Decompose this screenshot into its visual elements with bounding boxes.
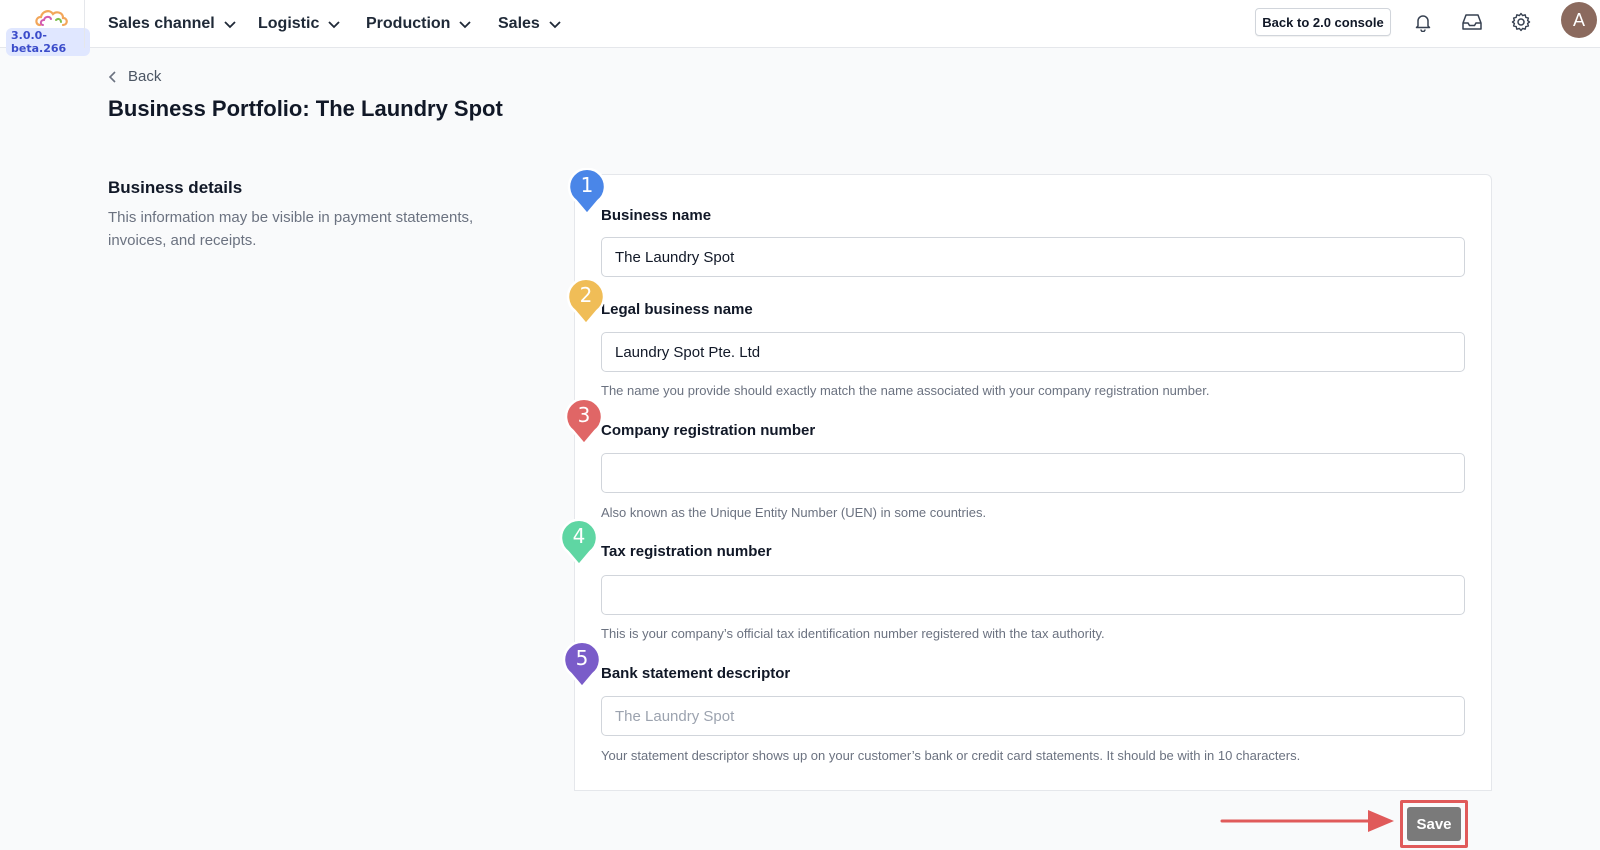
step-marker-1: 1 <box>567 168 607 216</box>
inbox-icon[interactable] <box>1460 10 1484 34</box>
step-marker-5: 5 <box>562 641 602 689</box>
tax-registration-number-help: This is your company’s official tax iden… <box>601 626 1105 641</box>
nav-production[interactable]: Production <box>366 12 472 36</box>
top-navigation-bar: 3.0.0-beta.266 Sales channel Logistic Pr… <box>0 0 1600 56</box>
marker-number: 1 <box>580 173 594 197</box>
legal-business-name-label: Legal business name <box>601 301 753 318</box>
app-logo[interactable]: 3.0.0-beta.266 <box>4 4 90 56</box>
back-label: Back <box>128 68 162 85</box>
step-marker-4: 4 <box>559 519 599 567</box>
nav-sales-channel[interactable]: Sales channel <box>108 12 237 36</box>
nav-logistic[interactable]: Logistic <box>258 12 341 36</box>
step-marker-2: 2 <box>566 278 606 326</box>
step-marker-3: 3 <box>564 398 604 446</box>
page-title: Business Portfolio: The Laundry Spot <box>108 96 503 121</box>
tax-registration-number-label: Tax registration number <box>601 543 772 560</box>
marker-number: 5 <box>575 646 589 670</box>
cloud-logo-icon <box>35 10 68 27</box>
chevron-down-icon <box>328 21 340 29</box>
gear-icon[interactable] <box>1509 10 1533 34</box>
tax-registration-number-input[interactable] <box>601 575 1465 615</box>
back-link[interactable]: Back <box>108 68 161 85</box>
avatar[interactable]: A <box>1561 2 1597 38</box>
chevron-left-icon <box>108 70 116 83</box>
chevron-down-icon <box>549 21 561 29</box>
version-badge: 3.0.0-beta.266 <box>6 28 90 56</box>
legal-business-name-help: The name you provide should exactly matc… <box>601 383 1210 398</box>
company-registration-number-input[interactable] <box>601 453 1465 493</box>
business-name-input[interactable] <box>601 237 1465 277</box>
section-title: Business details <box>108 178 243 197</box>
save-button[interactable]: Save <box>1407 807 1461 841</box>
bell-icon[interactable] <box>1411 10 1435 34</box>
bank-statement-descriptor-help: Your statement descriptor shows up on yo… <box>601 748 1301 763</box>
marker-number: 4 <box>572 524 586 548</box>
company-registration-number-label: Company registration number <box>601 422 816 439</box>
company-registration-number-help: Also known as the Unique Entity Number (… <box>601 505 987 520</box>
legal-business-name-input[interactable] <box>601 332 1465 372</box>
chevron-down-icon <box>224 21 236 29</box>
nav-label: Sales channel <box>108 15 215 32</box>
business-name-label: Business name <box>601 207 712 224</box>
back-to-console-button[interactable]: Back to 2.0 console <box>1255 8 1391 36</box>
chevron-down-icon <box>459 21 472 29</box>
section-description: This information may be visible in payme… <box>108 209 474 249</box>
nav-sales[interactable]: Sales <box>498 12 562 36</box>
nav-label: Production <box>366 15 451 32</box>
arrow-right-icon <box>1220 810 1394 832</box>
nav-label: Logistic <box>258 15 320 32</box>
bank-statement-descriptor-input[interactable] <box>601 696 1465 736</box>
marker-number: 2 <box>579 283 593 307</box>
divider <box>84 0 85 48</box>
marker-number: 3 <box>577 403 591 427</box>
nav-label: Sales <box>498 15 540 32</box>
bank-statement-descriptor-label: Bank statement descriptor <box>601 665 791 682</box>
